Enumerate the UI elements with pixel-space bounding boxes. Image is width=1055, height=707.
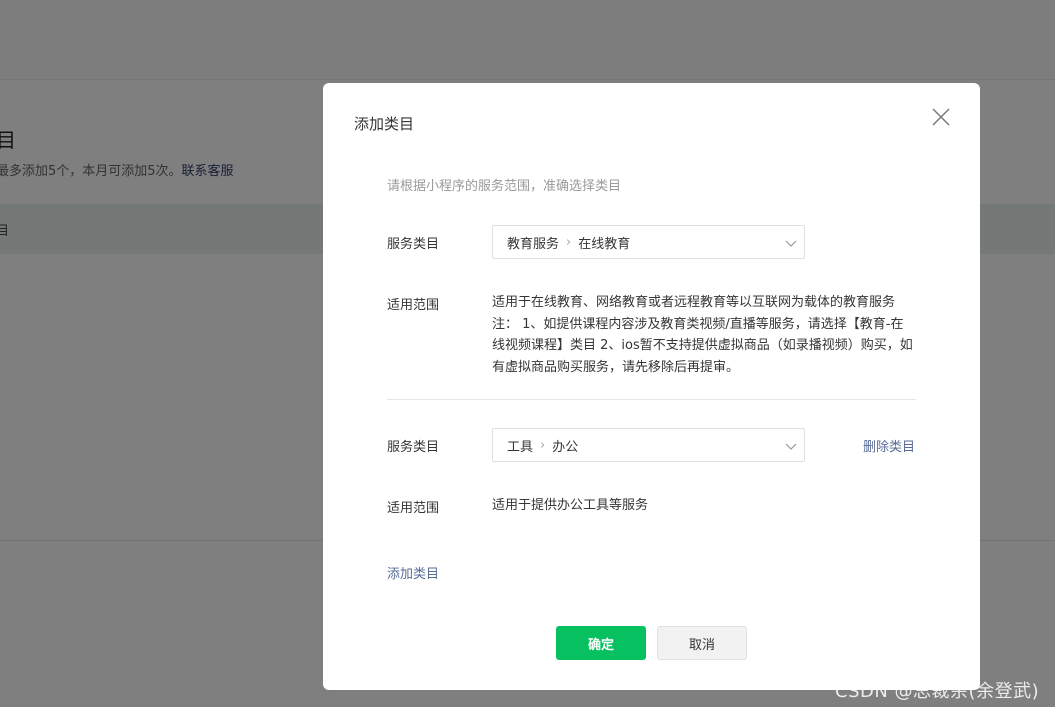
category-1-scope-text: 适用于在线教育、网络教育或者远程教育等以互联网为载体的教育服务 注： 1、如提供… <box>492 292 917 378</box>
watermark-text: CSDN @总裁余(余登武) <box>835 681 1040 702</box>
category-2-scope-label: 适用范围 <box>387 501 440 516</box>
category-1-select[interactable]: 教育服务 › 在线教育 <box>492 225 805 259</box>
dialog-title: 添加类目 <box>354 115 415 133</box>
category-2-level2: 办公 <box>552 439 579 455</box>
chevron-down-icon <box>785 443 797 450</box>
chevron-down-icon <box>785 240 797 247</box>
category-2-level1: 工具 <box>507 439 534 455</box>
category-1-label: 服务类目 <box>387 237 440 252</box>
scope-line: 注： 1、如提供课程内容涉及教育类视频/直播等服务，请选择【教育-在 <box>492 316 904 332</box>
delete-category-link[interactable]: 删除类目 <box>863 436 915 455</box>
dialog-hint: 请根据小程序的服务范围，准确选择类目 <box>387 179 622 194</box>
category-divider <box>387 399 916 400</box>
cancel-button[interactable]: 取消 <box>657 626 747 660</box>
category-2-scope-text: 适用于提供办公工具等服务 <box>492 495 917 517</box>
add-category-link[interactable]: 添加类目 <box>387 563 439 582</box>
category-2-select[interactable]: 工具 › 办公 <box>492 428 805 462</box>
close-button[interactable] <box>929 105 953 129</box>
category-1-level1: 教育服务 <box>507 236 560 252</box>
add-category-dialog: 添加类目 请根据小程序的服务范围，准确选择类目 服务类目 教育服务 › 在线教育… <box>323 83 980 690</box>
category-1-scope-label: 适用范围 <box>387 298 440 313</box>
confirm-button[interactable]: 确定 <box>556 626 646 660</box>
category-1-level2: 在线教育 <box>578 236 631 252</box>
close-icon <box>932 108 950 126</box>
breadcrumb-separator-icon: › <box>540 437 546 453</box>
scope-line: 适用于提供办公工具等服务 <box>492 498 649 513</box>
breadcrumb-separator-icon: › <box>566 234 572 250</box>
scope-line: 有虚拟商品购买服务，请先移除后再提审。 <box>492 359 740 375</box>
scope-line: 线视频课程】类目 2、ios暂不支持提供虚拟商品（如录播视频）购买，如 <box>492 338 913 353</box>
category-2-label: 服务类目 <box>387 440 440 455</box>
scope-line: 适用于在线教育、网络教育或者远程教育等以互联网为载体的教育服务 <box>492 295 896 310</box>
